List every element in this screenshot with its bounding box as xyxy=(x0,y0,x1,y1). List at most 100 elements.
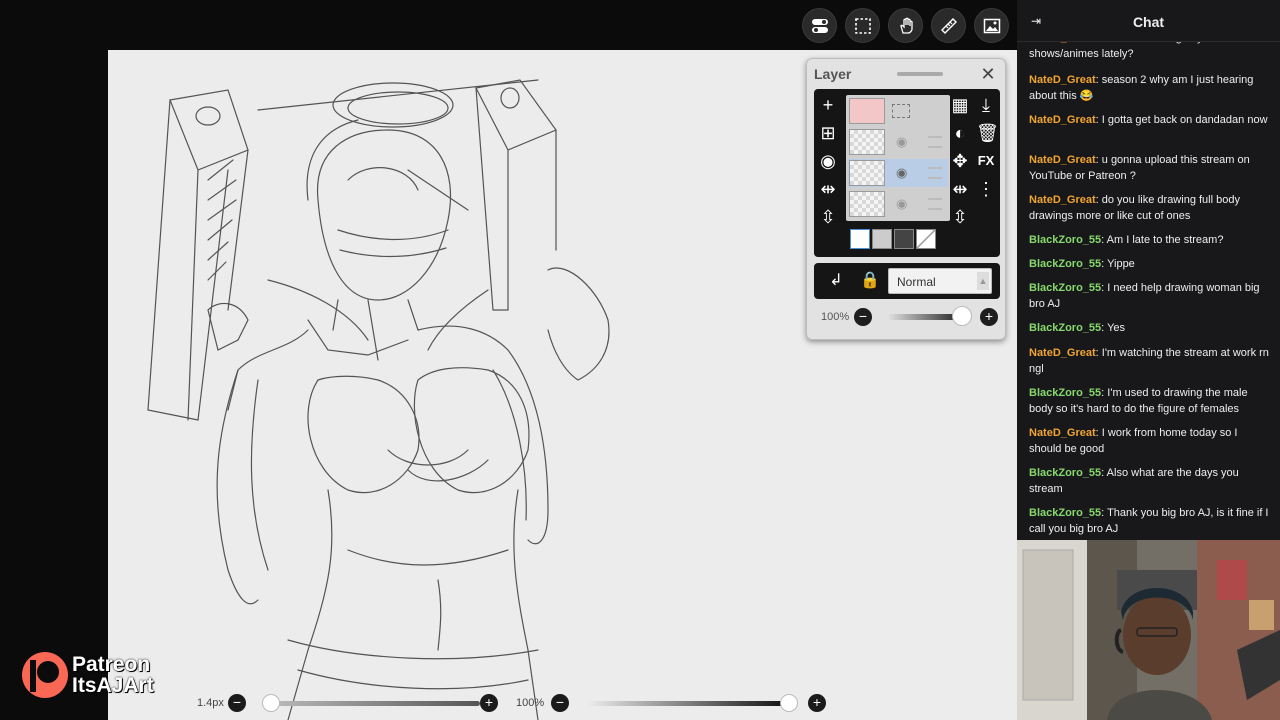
chat-message: BlackZoro_55: Am I late to the stream? xyxy=(1029,234,1224,246)
add-layer-icon[interactable]: + xyxy=(818,95,838,115)
contrast-icon[interactable]: ◐ xyxy=(950,123,970,143)
add-folder-icon[interactable]: ⊞ xyxy=(818,123,838,143)
chat-username[interactable]: NateD_Great xyxy=(1029,194,1096,206)
chat-username[interactable]: NateD_Great xyxy=(1029,427,1096,439)
chat-message: BlackZoro_55: Thank you big bro AJ, is i… xyxy=(1029,507,1269,535)
patreon-line-2: ItsAJArt xyxy=(72,674,154,697)
layer-opacity-row: 100% − + xyxy=(814,305,1000,329)
brush-opacity-slider[interactable] xyxy=(586,701,786,706)
image-icon[interactable] xyxy=(974,8,1009,43)
brush-size-value: 1.4px xyxy=(197,697,224,709)
layer-blend-row: ↲ 🔒 Normal ▲ xyxy=(814,263,1000,299)
blend-mode-select[interactable]: Normal ▲ xyxy=(888,268,992,294)
chevron-up-icon: ▲ xyxy=(977,272,989,290)
chat-message: BlackZoro_55: Yes xyxy=(1029,322,1126,334)
chat-username[interactable]: BlackZoro_55 xyxy=(1029,322,1101,334)
fx-icon[interactable]: FX xyxy=(976,151,996,171)
canvas-area: Layer ✕ + ⊞ ◉ ⇹ ⇳ ◉ ◉ ◉ ▦ ◐ ✥ ⇹ ⇳ ⤓ 🗑 FX… xyxy=(0,0,1017,720)
layer-left-tools: + ⊞ ◉ ⇹ ⇳ xyxy=(814,89,842,257)
chat-message: BlackZoro_55: I'm used to drawing the ma… xyxy=(1029,387,1248,415)
layer-color-options xyxy=(850,229,936,249)
more-icon[interactable]: ⋮ xyxy=(976,179,996,199)
brush-opacity-increase-button[interactable]: + xyxy=(808,694,826,712)
opacity-increase-button[interactable]: + xyxy=(980,308,998,326)
move-icon[interactable]: ✥ xyxy=(950,151,970,171)
opacity-decrease-button[interactable]: − xyxy=(854,308,872,326)
opacity-slider-handle[interactable] xyxy=(952,306,972,326)
flip-icon[interactable]: ⇹ xyxy=(950,179,970,199)
download-icon[interactable]: ⤓ xyxy=(976,95,996,115)
chat-username[interactable]: NateD_Great xyxy=(1029,74,1096,86)
brush-settings-bar: 1.4px − + 100% − + xyxy=(190,692,830,714)
chat-message: NateD_Great: season 2 why am I just hear… xyxy=(1029,74,1254,102)
ruler-icon[interactable] xyxy=(931,8,966,43)
chat-message: NateD_Great: u gonna upload this stream … xyxy=(1029,154,1250,182)
chat-username[interactable]: BlackZoro_55 xyxy=(1029,282,1101,294)
brush-opacity-decrease-button[interactable]: − xyxy=(551,694,569,712)
white-background-option[interactable] xyxy=(850,229,870,249)
chat-message: BlackZoro_55: I need help drawing woman … xyxy=(1029,282,1260,310)
brush-size-increase-button[interactable]: + xyxy=(480,694,498,712)
chat-username[interactable]: BlackZoro_55 xyxy=(1029,467,1101,479)
eye-icon[interactable]: ◉ xyxy=(896,165,914,181)
chat-message: NateD_Great: I'm watching the stream at … xyxy=(1029,347,1269,375)
chat-message: BlackZoro_55: Also what are the days you… xyxy=(1029,467,1239,495)
layer-panel-header[interactable]: Layer ✕ xyxy=(814,65,997,85)
chat-text: Yippe xyxy=(1107,258,1135,270)
layer-thumbnail xyxy=(849,191,885,217)
chat-username[interactable]: BlackZoro_55 xyxy=(1029,258,1101,270)
merge-down-icon[interactable]: ⇳ xyxy=(950,207,970,227)
dark-background-option[interactable] xyxy=(894,229,914,249)
layer-panel: Layer ✕ + ⊞ ◉ ⇹ ⇳ ◉ ◉ ◉ ▦ ◐ ✥ ⇹ ⇳ ⤓ 🗑 FX… xyxy=(806,58,1006,340)
toggle-icon[interactable] xyxy=(802,8,837,43)
layer-menu-icon[interactable] xyxy=(928,198,942,210)
webcam-image xyxy=(1017,540,1280,720)
patreon-text: Patreon ItsAJArt xyxy=(72,654,154,696)
brush-size-slider-handle[interactable] xyxy=(262,694,280,712)
blend-mode-value: Normal xyxy=(897,275,936,289)
camera-icon[interactable]: ◉ xyxy=(818,151,838,171)
chat-message: NateD_Great: do you like drawing full bo… xyxy=(1029,194,1240,222)
chat-messages[interactable]: NateD_Great: u been watching any shows/a… xyxy=(1017,32,1280,540)
chat-message: NateD_Great: I work from home today so I… xyxy=(1029,427,1238,455)
chat-username[interactable]: BlackZoro_55 xyxy=(1029,387,1101,399)
drag-handle[interactable] xyxy=(897,72,943,76)
lock-icon[interactable]: 🔒 xyxy=(860,271,880,291)
layer-row[interactable]: ◉ xyxy=(848,190,948,218)
selection-icon[interactable] xyxy=(845,8,880,43)
hand-icon[interactable] xyxy=(888,8,923,43)
brush-size-decrease-button[interactable]: − xyxy=(228,694,246,712)
chat-text: Yes xyxy=(1107,322,1126,334)
chat-username[interactable]: BlackZoro_55 xyxy=(1029,507,1101,519)
brush-size-slider[interactable] xyxy=(270,701,480,706)
layer-thumbnail xyxy=(849,98,885,124)
chat-username[interactable]: NateD_Great xyxy=(1029,347,1096,359)
chat-text: Am I late to the stream? xyxy=(1106,234,1224,246)
transparent-background-option[interactable] xyxy=(872,229,892,249)
clipping-icon[interactable]: ↲ xyxy=(826,271,846,291)
selection-layer-icon xyxy=(892,104,910,118)
chat-message: BlackZoro_55: Yippe xyxy=(1029,258,1135,270)
eye-icon[interactable]: ◉ xyxy=(896,196,914,212)
layer-row-selected[interactable]: ◉ xyxy=(848,159,948,187)
flip-vertical-icon[interactable]: ⇳ xyxy=(818,207,838,227)
flip-horizontal-icon[interactable]: ⇹ xyxy=(818,179,838,199)
layer-body: + ⊞ ◉ ⇹ ⇳ ◉ ◉ ◉ ▦ ◐ ✥ ⇹ ⇳ ⤓ 🗑 FX ⋮ xyxy=(814,89,1000,257)
no-background-option[interactable] xyxy=(916,229,936,249)
brush-opacity-slider-handle[interactable] xyxy=(780,694,798,712)
eye-icon[interactable]: ◉ xyxy=(896,134,914,150)
chat-username[interactable]: BlackZoro_55 xyxy=(1029,234,1101,246)
layer-row[interactable] xyxy=(848,97,948,125)
chat-text: I gotta get back on dandadan now xyxy=(1101,114,1268,126)
opacity-value: 100% xyxy=(821,311,850,323)
close-icon[interactable]: ✕ xyxy=(979,65,997,83)
checker-icon[interactable]: ▦ xyxy=(950,95,970,115)
layer-menu-icon[interactable] xyxy=(928,136,942,148)
trash-icon[interactable]: 🗑 xyxy=(976,123,999,143)
chat-username[interactable]: NateD_Great xyxy=(1029,114,1096,126)
layer-row[interactable]: ◉ xyxy=(848,128,948,156)
chat-username[interactable]: NateD_Great xyxy=(1029,154,1096,166)
top-toolbar xyxy=(802,8,1009,43)
layer-menu-icon[interactable] xyxy=(928,167,942,179)
layer-thumbnail xyxy=(849,160,885,186)
